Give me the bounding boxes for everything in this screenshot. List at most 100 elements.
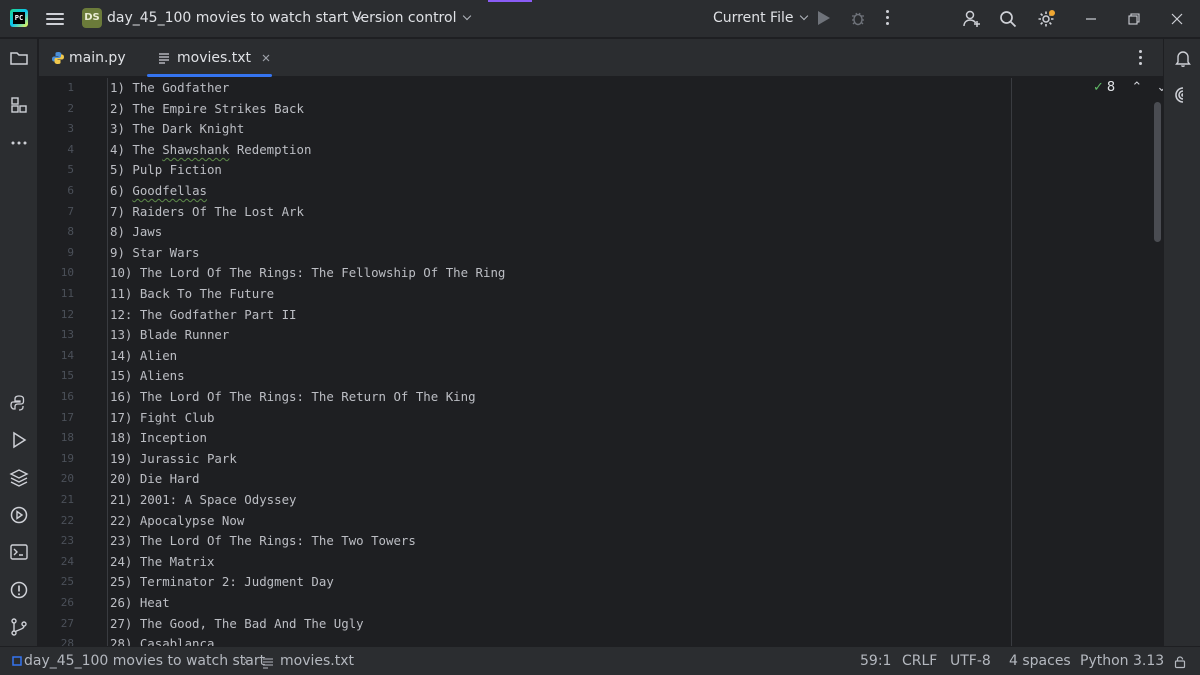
code-line[interactable]: 4) The Shawshank Redemption	[110, 140, 311, 161]
code-line[interactable]: 22) Apocalypse Now	[110, 511, 244, 532]
file-encoding[interactable]: UTF-8	[950, 653, 991, 669]
close-tab-icon[interactable]	[261, 53, 271, 63]
editor-tab-bar: main.py movies.txt	[39, 39, 1163, 77]
project-folder-icon[interactable]	[9, 48, 29, 68]
text-file-icon	[159, 53, 169, 64]
line-number: 14	[60, 348, 74, 362]
chevron-down-icon	[463, 11, 472, 21]
layers-icon[interactable]	[9, 468, 29, 488]
inspection-widget[interactable]: ✓ 8 ⌃ ⌄	[1093, 80, 1163, 95]
code-line[interactable]: 13) Blade Runner	[110, 325, 229, 346]
code-line[interactable]: 21) 2001: A Space Odyssey	[110, 490, 297, 511]
code-line[interactable]: 17) Fight Club	[110, 408, 214, 429]
line-number: 21	[60, 493, 74, 506]
add-user-icon[interactable]	[962, 9, 982, 29]
line-number: 2	[67, 101, 74, 115]
chevron-down-icon	[800, 11, 809, 21]
line-number: 5	[67, 163, 74, 177]
typo-word[interactable]: Shawshank	[162, 142, 229, 157]
notifications-bell-icon[interactable]	[1173, 48, 1193, 68]
code-line[interactable]: 10) The Lord Of The Rings: The Fellowshi…	[110, 263, 505, 284]
python-packages-icon[interactable]	[9, 393, 29, 413]
code-line[interactable]: 27) The Good, The Bad And The Ugly	[110, 614, 364, 635]
project-name: day_45_100 movies to watch start	[107, 10, 349, 26]
typo-word[interactable]: Goodfellas	[132, 183, 207, 198]
terminal-icon[interactable]	[9, 542, 29, 562]
vcs-label: Version control	[352, 10, 457, 26]
python-interpreter[interactable]: Python 3.13	[1080, 653, 1164, 669]
indent-setting[interactable]: 4 spaces	[1009, 653, 1071, 669]
code-line[interactable]: 2) The Empire Strikes Back	[110, 99, 304, 120]
code-line[interactable]: 8) Jaws	[110, 222, 162, 243]
project-selector[interactable]: day_45_100 movies to watch start	[107, 10, 364, 26]
line-number: 11	[60, 287, 74, 300]
main-menu-icon[interactable]	[46, 10, 64, 28]
run-icon[interactable]	[818, 11, 830, 25]
line-number: 7	[67, 204, 74, 218]
code-line[interactable]: 3) The Dark Knight	[110, 119, 244, 140]
project-badge[interactable]: DS	[82, 8, 102, 28]
code-line[interactable]: 15) Aliens	[110, 366, 185, 387]
line-separator[interactable]: CRLF	[902, 653, 937, 669]
code-line[interactable]: 19) Jurassic Park	[110, 449, 237, 470]
services-icon[interactable]	[9, 505, 29, 525]
line-number: 8	[67, 225, 74, 239]
tab-actions-icon[interactable]	[1139, 50, 1143, 68]
line-number: 22	[60, 513, 74, 527]
line-number-gutter: 1 2 3 4 5 6 7 8 9 10 11 12 13 14 15 16 17 18 19 20 21 22 23 24 2…	[39, 78, 99, 646]
code-line[interactable]: 16) The Lord Of The Rings: The Return Of…	[110, 387, 476, 408]
run-config-selector[interactable]: Current File	[713, 10, 809, 26]
code-line[interactable]: 11) Back To The Future	[110, 284, 274, 305]
more-actions-icon[interactable]	[886, 10, 890, 28]
minimize-icon[interactable]	[1084, 12, 1098, 26]
code-line[interactable]: 20) Die Hard	[110, 469, 200, 490]
vertical-scrollbar[interactable]	[1154, 102, 1161, 242]
cursor-position[interactable]: 59:1	[860, 653, 891, 669]
code-line[interactable]: 26) Heat	[110, 593, 170, 614]
next-highlight-icon[interactable]: ⌄	[1156, 80, 1163, 95]
code-line[interactable]: 25) Terminator 2: Judgment Day	[110, 572, 334, 593]
gutter-divider	[107, 78, 108, 646]
code-line[interactable]: 12: The Godfather Part II	[110, 305, 297, 326]
debug-icon[interactable]	[850, 10, 866, 26]
code-text: Redemption	[229, 141, 312, 157]
more-tools-icon[interactable]	[9, 133, 29, 153]
code-line[interactable]: 14) Alien	[110, 346, 177, 367]
line-number: 24	[60, 554, 74, 568]
code-line[interactable]: 7) Raiders Of The Lost Ark	[110, 202, 304, 223]
line-number: 6	[67, 184, 74, 197]
code-line[interactable]: 24) The Matrix	[110, 552, 214, 573]
python-file-icon	[52, 52, 64, 64]
code-line[interactable]: 5) Pulp Fiction	[110, 160, 222, 181]
ai-assistant-icon[interactable]	[1173, 85, 1193, 105]
title-bar: PC DS day_45_100 movies to watch start V…	[0, 0, 1200, 38]
settings-gear-icon[interactable]	[1036, 9, 1056, 29]
breadcrumb-separator-icon: ›	[243, 653, 249, 669]
git-icon[interactable]	[9, 617, 29, 637]
line-number: 25	[60, 575, 74, 589]
code-text: 6)	[110, 183, 133, 198]
search-icon[interactable]	[998, 9, 1018, 29]
version-control-menu[interactable]: Version control	[352, 10, 472, 26]
close-window-icon[interactable]	[1170, 12, 1184, 26]
code-line[interactable]: 28) Casablanca	[110, 634, 214, 646]
code-line[interactable]: 23) The Lord Of The Rings: The Two Tower…	[110, 531, 416, 552]
structure-icon[interactable]	[9, 95, 29, 115]
code-line[interactable]: 1) The Godfather	[110, 78, 229, 99]
code-line[interactable]: 6) Goodfellas	[110, 181, 207, 202]
code-line[interactable]: 18) Inception	[110, 428, 207, 449]
lock-icon[interactable]	[1173, 655, 1187, 669]
restore-icon[interactable]	[1127, 12, 1141, 26]
code-area[interactable]: 1) The Godfather 2) The Empire Strikes Ba…	[110, 78, 1010, 646]
previous-highlight-icon[interactable]: ⌃	[1131, 80, 1142, 95]
check-icon: ✓	[1093, 80, 1104, 95]
breadcrumb-project[interactable]: day_45_100 movies to watch start	[24, 653, 265, 669]
tab-main-py[interactable]: main.py	[51, 39, 141, 77]
code-editor[interactable]: 1 2 3 4 5 6 7 8 9 10 11 12 13 14 15 16 17 18 19 20 21 22 23 24 2…	[39, 78, 1163, 646]
line-number: 20	[60, 472, 74, 486]
run-tool-icon[interactable]	[9, 430, 29, 450]
code-line[interactable]: 9) Star Wars	[110, 243, 200, 264]
breadcrumb-file[interactable]: movies.txt	[280, 653, 354, 669]
tab-movies-txt[interactable]: movies.txt	[147, 39, 272, 77]
problems-icon[interactable]	[9, 580, 29, 600]
